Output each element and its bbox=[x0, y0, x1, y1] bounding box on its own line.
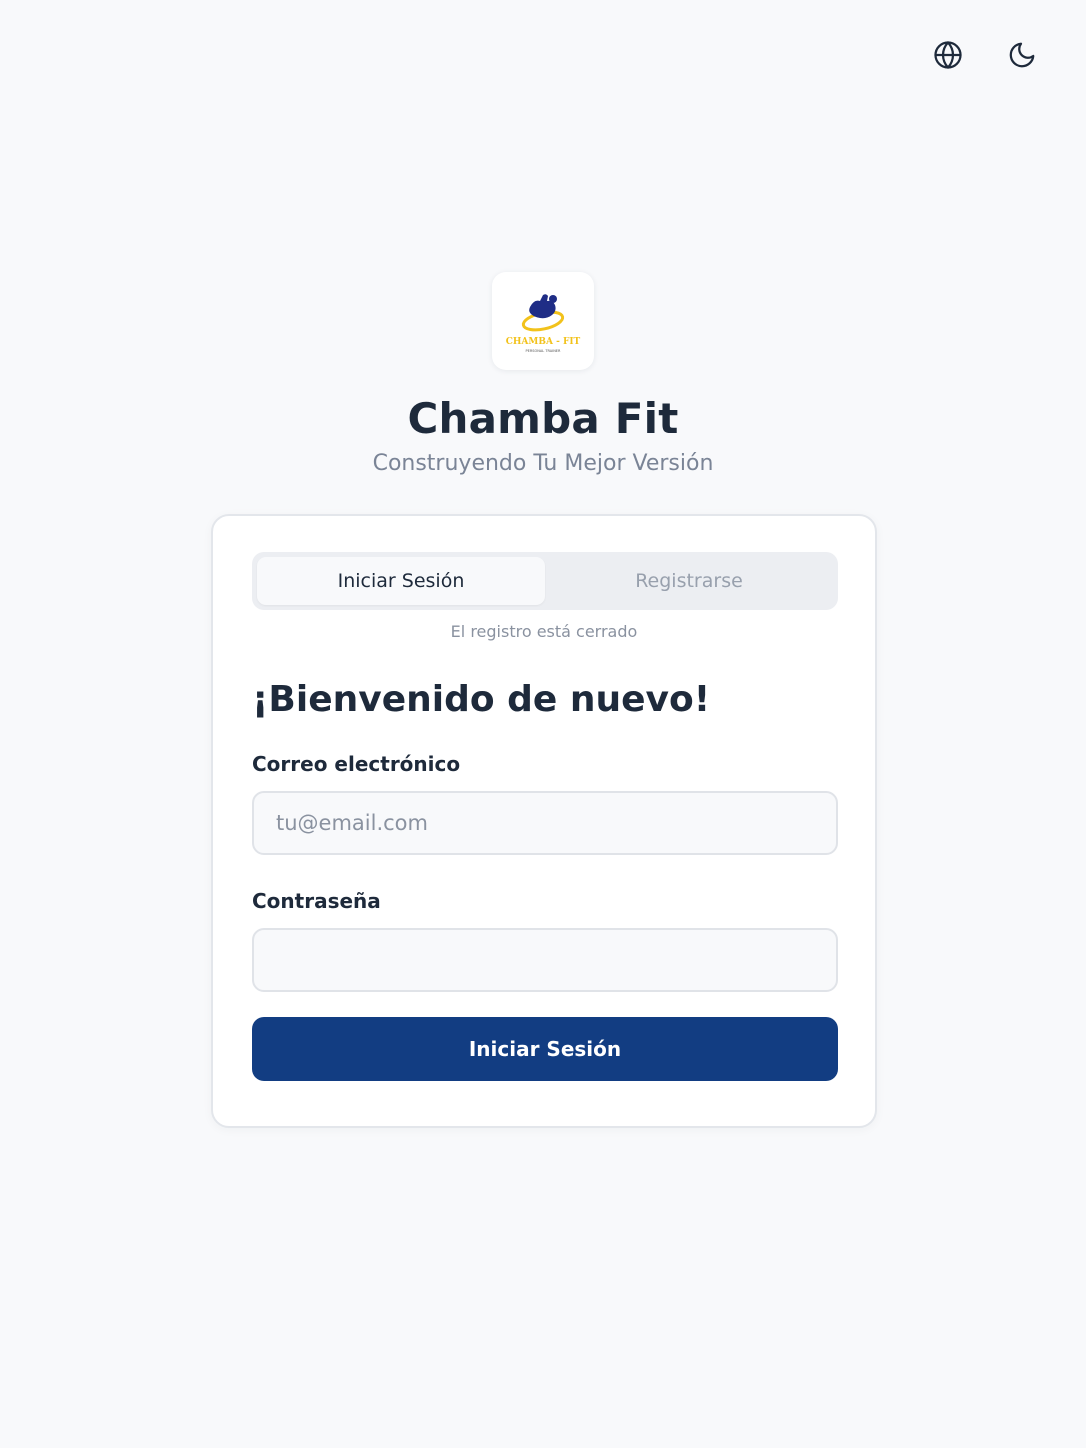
tab-login[interactable]: Iniciar Sesión bbox=[257, 557, 545, 605]
password-field[interactable] bbox=[252, 928, 838, 992]
auth-tabs: Iniciar Sesión Registrarse bbox=[252, 552, 838, 610]
brand-header: CHAMBA - FIT PERSONAL TRAINER Chamba Fit… bbox=[0, 272, 1086, 476]
email-field[interactable] bbox=[252, 791, 838, 855]
svg-text:PERSONAL TRAINER: PERSONAL TRAINER bbox=[526, 349, 561, 353]
password-label: Contraseña bbox=[252, 889, 381, 913]
app-title: Chamba Fit bbox=[407, 394, 679, 443]
globe-icon bbox=[934, 41, 962, 69]
app-tagline: Construyendo Tu Mejor Versión bbox=[372, 451, 714, 476]
registration-closed-note: El registro está cerrado bbox=[450, 622, 638, 641]
welcome-heading: ¡Bienvenido de nuevo! bbox=[252, 679, 711, 720]
svg-text:CHAMBA - FIT: CHAMBA - FIT bbox=[506, 337, 581, 347]
language-button[interactable] bbox=[932, 38, 964, 72]
tab-register[interactable]: Registrarse bbox=[545, 557, 833, 605]
app-logo: CHAMBA - FIT PERSONAL TRAINER bbox=[492, 272, 594, 370]
login-submit-button[interactable]: Iniciar Sesión bbox=[252, 1017, 838, 1081]
moon-icon bbox=[1009, 42, 1035, 68]
login-card: Iniciar Sesión Registrarse El registro e… bbox=[211, 514, 877, 1128]
top-actions bbox=[932, 38, 1038, 72]
login-page: CHAMBA - FIT PERSONAL TRAINER Chamba Fit… bbox=[0, 0, 1086, 1448]
logo-icon: CHAMBA - FIT PERSONAL TRAINER bbox=[506, 294, 581, 353]
email-label: Correo electrónico bbox=[252, 752, 461, 776]
theme-toggle-button[interactable] bbox=[1006, 38, 1038, 72]
